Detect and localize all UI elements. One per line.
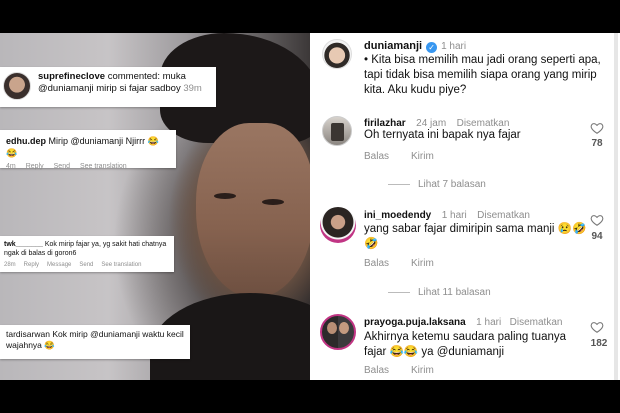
send-button[interactable]: Kirim <box>411 365 434 376</box>
view-replies-link[interactable]: Lihat 11 balasan <box>388 287 491 298</box>
pinned-label: Disematkan <box>509 317 563 328</box>
view-replies-link[interactable]: Lihat 7 balasan <box>388 179 486 190</box>
message-link[interactable]: Message <box>47 262 71 268</box>
comment-user[interactable]: twk_______ <box>4 241 43 248</box>
reply-button[interactable]: Balas <box>364 151 389 162</box>
send-button[interactable]: Kirim <box>411 151 434 162</box>
comment-user[interactable]: tardisarwan <box>6 329 50 339</box>
reply-button[interactable]: Balas <box>364 258 389 269</box>
post-username[interactable]: duniamanji <box>364 40 422 52</box>
comment-text: Akhirnya ketemu saudara paling tuanya fa… <box>364 331 567 358</box>
comment-card-3: twk_______ Kok mirip fajar ya, yg sakit … <box>0 236 174 272</box>
reply-link[interactable]: Reply <box>26 163 44 170</box>
view-replies-label: Lihat 11 balasan <box>418 287 491 298</box>
like-count: 182 <box>590 338 608 349</box>
comment-card-4: tardisarwan Kok mirip @duniamanji waktu … <box>0 325 190 359</box>
send-link[interactable]: Send <box>79 262 93 268</box>
comment-user[interactable]: edhu.dep <box>6 136 46 146</box>
comment-user[interactable]: suprefineclove <box>38 71 105 82</box>
pinned-label: Disematkan <box>477 210 530 221</box>
comment-text: Oh ternyata ini bapak nya fajar <box>364 129 521 141</box>
verified-badge-icon: ✓ <box>426 42 438 53</box>
photo-eye-right <box>262 199 284 205</box>
comment-username[interactable]: ini_moedendy <box>364 210 431 221</box>
comment-item: prayoga.puja.laksana 1 hari Disematkan A… <box>310 312 620 380</box>
view-replies-label: Lihat 7 balasan <box>418 179 486 190</box>
comment-time: 1 hari <box>476 317 502 328</box>
comment-time: 39m <box>183 83 202 94</box>
see-translation-link[interactable]: See translation <box>80 163 127 170</box>
comment-item: ini_moedendy 1 hari Disematkan yang saba… <box>310 205 620 305</box>
comment-card-1: suprefineclove commented: muka @duniaman… <box>0 67 216 107</box>
see-translation-link[interactable]: See translation <box>101 262 141 268</box>
reply-link[interactable]: Reply <box>24 262 39 268</box>
comment-time: 4m <box>6 163 16 170</box>
comment-text: yang sabar fajar dimiripin sama manji 😢🤣… <box>364 223 587 250</box>
instagram-comments-panel: duniamanji ✓ 1 hari • Kita bisa memilih ma… <box>310 33 620 380</box>
reply-button[interactable]: Balas <box>364 365 389 376</box>
comment-avatar[interactable] <box>320 207 356 243</box>
like-count: 94 <box>591 231 603 242</box>
post-avatar[interactable] <box>322 39 352 69</box>
heart-icon[interactable] <box>590 213 604 227</box>
heart-icon[interactable] <box>590 320 604 334</box>
comment-card-2: edhu.dep Mirip @duniamanji Njirrr 😂😂 4m … <box>0 130 176 170</box>
comment-avatar[interactable] <box>320 314 356 350</box>
comment-username[interactable]: prayoga.puja.laksana <box>364 317 466 328</box>
send-button[interactable]: Kirim <box>411 258 434 269</box>
photo-face <box>196 123 310 298</box>
comment-action: commented: <box>107 71 160 82</box>
comment-avatar[interactable] <box>322 116 352 146</box>
post-caption-text: • Kita bisa memilih mau jadi orang seper… <box>364 54 601 96</box>
comment-time: 1 hari <box>441 210 467 221</box>
heart-icon[interactable] <box>590 121 604 135</box>
scrollbar[interactable] <box>614 33 618 380</box>
post-caption: duniamanji ✓ 1 hari • Kita bisa memilih ma… <box>310 33 620 103</box>
avatar <box>3 72 31 100</box>
video-frame-photo: suprefineclove commented: muka @duniaman… <box>0 33 310 380</box>
like-count: 78 <box>591 138 603 149</box>
send-link[interactable]: Send <box>54 163 70 170</box>
post-time: 1 hari <box>441 41 467 52</box>
comment-time: 28m <box>4 262 16 268</box>
photo-eye-left <box>214 193 236 199</box>
